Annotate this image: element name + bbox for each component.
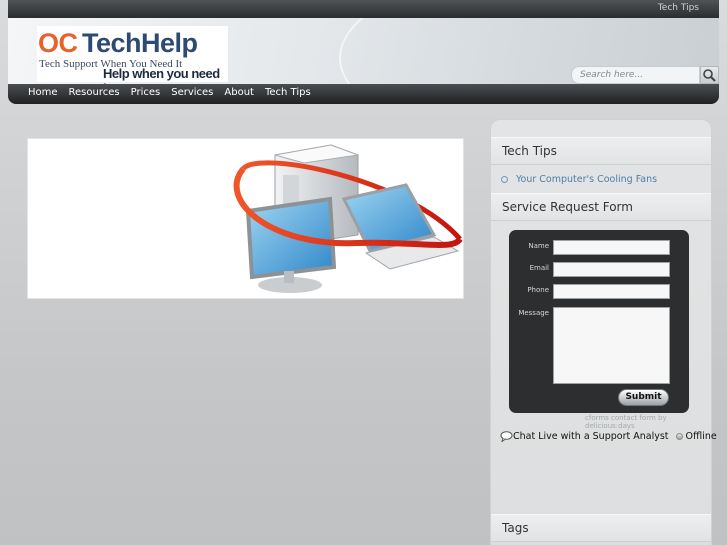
name-label: Name xyxy=(528,242,549,250)
message-label: Message xyxy=(518,309,549,317)
bullet-icon xyxy=(501,176,508,183)
cforms-credit-link[interactable]: cforms contact form by delicious:days xyxy=(585,414,711,430)
chat-bubble-icon xyxy=(500,431,513,442)
computer-network-illustration xyxy=(233,144,463,293)
search-icon xyxy=(703,69,716,82)
phone-label: Phone xyxy=(527,286,549,294)
nav-item-resources[interactable]: Resources xyxy=(69,87,120,98)
live-chat-status[interactable]: Chat Live with a Support Analyst Offline xyxy=(500,431,717,442)
message-field[interactable] xyxy=(553,307,670,384)
phone-field[interactable] xyxy=(553,284,670,299)
status-dot-icon xyxy=(675,433,683,440)
nav-item-prices[interactable]: Prices xyxy=(131,87,161,98)
hero-image xyxy=(27,138,464,299)
nav-item-home[interactable]: Home xyxy=(28,87,58,98)
chat-status: Offline xyxy=(685,431,717,442)
service-request-title: Service Request Form xyxy=(491,193,711,221)
nav-item-services[interactable]: Services xyxy=(171,87,213,98)
email-field[interactable] xyxy=(553,262,670,277)
tech-tips-title: Tech Tips xyxy=(491,137,711,165)
logo-techhelp: TechHelp xyxy=(82,28,198,58)
top-bar: Tech Tips xyxy=(8,0,719,18)
nav-item-tech-tips[interactable]: Tech Tips xyxy=(265,87,311,98)
name-field[interactable] xyxy=(553,240,670,255)
chat-label[interactable]: Chat Live with a Support Analyst xyxy=(513,431,669,442)
logo-slogan: Help when you need it xyxy=(103,66,220,84)
sidebar: Tech Tips Your Computer's Cooling Fans S… xyxy=(490,119,717,545)
submit-button[interactable]: Submit xyxy=(618,389,669,406)
search-box xyxy=(571,66,719,84)
main-nav: Home Resources Prices Services About Tec… xyxy=(8,84,719,104)
logo-oc: OC xyxy=(38,28,78,58)
nav-item-about[interactable]: About xyxy=(224,87,254,98)
site-header: OC TechHelp Tech Support When You Need I… xyxy=(8,18,719,84)
tech-tip-link[interactable]: Your Computer's Cooling Fans xyxy=(516,174,657,185)
email-label: Email xyxy=(529,264,549,272)
tags-title: Tags xyxy=(491,514,711,542)
service-request-form: Name Email Phone Message Submit xyxy=(509,230,689,413)
search-input[interactable] xyxy=(571,66,700,84)
search-button[interactable] xyxy=(700,66,719,84)
site-logo[interactable]: OC TechHelp Tech Support When You Need I… xyxy=(37,26,228,84)
top-link-tech-tips[interactable]: Tech Tips xyxy=(658,3,699,13)
tech-tip-item[interactable]: Your Computer's Cooling Fans xyxy=(501,174,657,185)
